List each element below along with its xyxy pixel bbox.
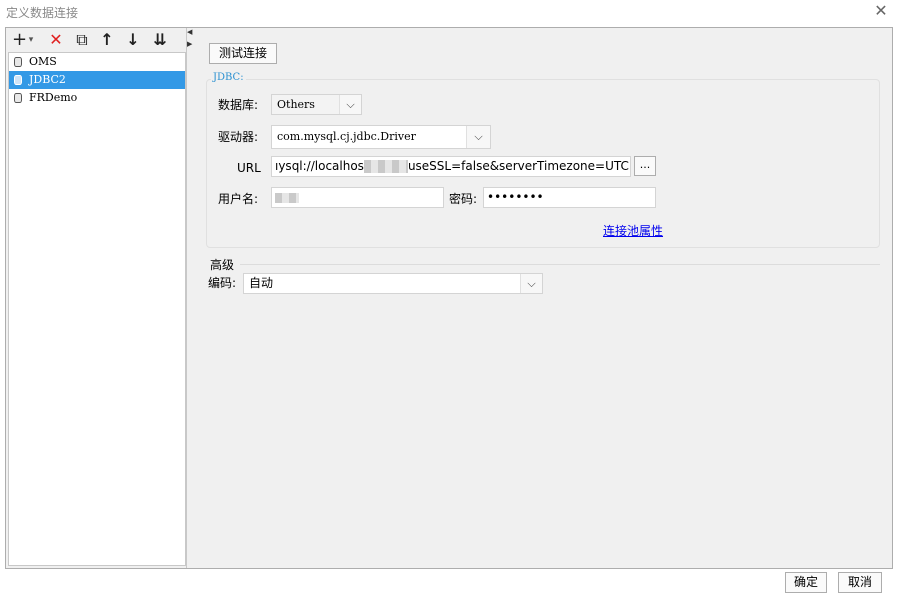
encoding-select[interactable]: 自动 ⌵ bbox=[243, 273, 543, 294]
chevron-down-icon: ⌵ bbox=[466, 126, 490, 148]
url-label: URL bbox=[237, 161, 261, 175]
connection-tree: OMS JDBC2 FRDemo bbox=[8, 52, 186, 566]
tree-item-label: FRDemo bbox=[29, 91, 78, 104]
url-browse-button[interactable]: ... bbox=[634, 156, 656, 176]
ok-button[interactable]: 确定 bbox=[785, 572, 827, 593]
redacted-area bbox=[275, 192, 299, 203]
password-input[interactable]: •••••••• bbox=[483, 187, 656, 208]
tree-item-frdemo[interactable]: FRDemo bbox=[9, 89, 185, 107]
driver-select-value: com.mysql.cj.jdbc.Driver bbox=[277, 130, 416, 143]
sort-icon[interactable]: ⇊ bbox=[151, 30, 169, 50]
encoding-label: 编码: bbox=[208, 276, 237, 290]
delete-icon[interactable]: ✕ bbox=[48, 30, 64, 50]
database-icon bbox=[14, 57, 22, 67]
connection-settings-panel: 测试连接 JDBC: 数据库: Others ⌵ 驱动器: com.mysql.… bbox=[194, 28, 892, 568]
tree-item-jdbc2[interactable]: JDBC2 bbox=[9, 71, 185, 89]
panel-splitter[interactable]: ◀ ▶ bbox=[187, 28, 193, 568]
driver-label: 驱动器: bbox=[218, 130, 259, 144]
list-toolbar: + ▾ ✕ ⧉ ↑ ↓ ⇊ bbox=[6, 28, 187, 52]
move-down-icon[interactable]: ↓ bbox=[126, 30, 140, 50]
advanced-divider bbox=[240, 264, 880, 265]
database-icon bbox=[14, 75, 22, 85]
database-select-value: Others bbox=[277, 98, 315, 111]
url-value-end: useSSL=false&serverTimezone=UTC bbox=[407, 159, 629, 173]
advanced-section-title: 高级 bbox=[210, 258, 235, 272]
driver-select[interactable]: com.mysql.cj.jdbc.Driver ⌵ bbox=[271, 125, 491, 149]
cancel-button[interactable]: 取消 bbox=[838, 572, 882, 593]
jdbc-group-title: JDBC: bbox=[211, 72, 246, 83]
database-label: 数据库: bbox=[218, 98, 259, 112]
database-icon bbox=[14, 93, 22, 103]
url-input[interactable]: ıysql://localhos useSSL=false&serverTimez… bbox=[271, 156, 631, 177]
encoding-select-value: 自动 bbox=[249, 276, 274, 290]
database-select[interactable]: Others ⌵ bbox=[271, 94, 362, 115]
tree-item-label: JDBC2 bbox=[29, 73, 66, 86]
password-value: •••••••• bbox=[487, 190, 544, 204]
tree-item-oms[interactable]: OMS bbox=[9, 53, 185, 71]
password-label: 密码: bbox=[449, 192, 478, 206]
redacted-area bbox=[363, 160, 408, 173]
connection-list-panel: + ▾ ✕ ⧉ ↑ ↓ ⇊ OMS JDBC2 FRDemo bbox=[6, 28, 187, 568]
add-icon[interactable]: + bbox=[12, 30, 27, 50]
pool-properties-link[interactable]: 连接池属性 bbox=[603, 222, 663, 239]
add-dropdown-icon[interactable]: ▾ bbox=[27, 30, 35, 50]
username-label: 用户名: bbox=[218, 192, 259, 206]
username-input[interactable] bbox=[271, 187, 444, 208]
collapse-left-icon[interactable]: ◀ bbox=[187, 28, 192, 36]
chevron-down-icon: ⌵ bbox=[520, 274, 542, 293]
close-icon[interactable]: ✕ bbox=[873, 2, 889, 20]
dialog-body: + ▾ ✕ ⧉ ↑ ↓ ⇊ OMS JDBC2 FRDemo ◀ ▶ 测试连接 … bbox=[5, 27, 893, 569]
move-up-icon[interactable]: ↑ bbox=[100, 30, 114, 50]
copy-icon[interactable]: ⧉ bbox=[74, 30, 90, 50]
url-value-start: ıysql://localhos bbox=[275, 159, 364, 173]
jdbc-group: JDBC: 数据库: Others ⌵ 驱动器: com.mysql.cj.jd… bbox=[206, 72, 880, 248]
window-title: 定义数据连接 bbox=[6, 6, 79, 20]
test-connection-button[interactable]: 测试连接 bbox=[209, 43, 277, 64]
chevron-down-icon: ⌵ bbox=[339, 95, 361, 114]
tree-item-label: OMS bbox=[29, 55, 57, 68]
expand-right-icon[interactable]: ▶ bbox=[187, 40, 192, 48]
title-bar: 定义数据连接 ✕ bbox=[0, 0, 899, 26]
